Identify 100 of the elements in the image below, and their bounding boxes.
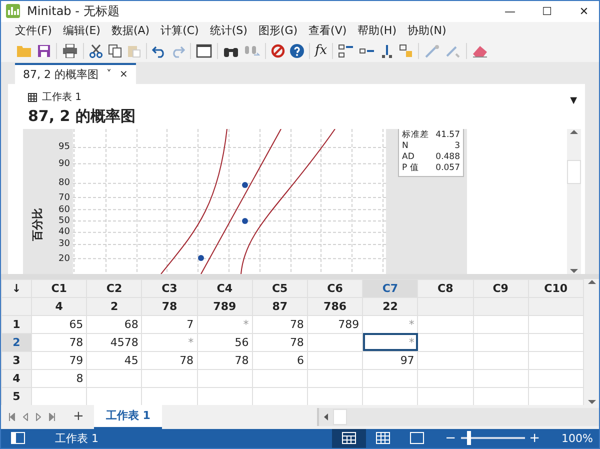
table-cell[interactable]: 97 bbox=[362, 351, 418, 370]
column-name-cell[interactable]: 87 bbox=[252, 297, 308, 316]
table-cell[interactable] bbox=[142, 369, 198, 388]
formula-button[interactable]: fx bbox=[315, 43, 328, 58]
row-header[interactable]: 4 bbox=[2, 369, 32, 388]
last-sheet-icon[interactable] bbox=[49, 412, 55, 421]
layout-icon[interactable] bbox=[399, 44, 414, 58]
vertical-scrollbar[interactable] bbox=[567, 129, 581, 274]
column-header[interactable]: C2 bbox=[86, 279, 142, 298]
column-name-cell[interactable]: 789 bbox=[197, 297, 252, 316]
column-header[interactable]: C7 bbox=[362, 279, 418, 298]
table-cell[interactable]: 45 bbox=[86, 351, 142, 370]
table-cell[interactable]: 68 bbox=[86, 315, 142, 334]
save-icon[interactable] bbox=[37, 44, 51, 58]
column-name-cell[interactable]: 78 bbox=[142, 297, 198, 316]
table-cell[interactable] bbox=[86, 369, 142, 388]
column-header[interactable]: C9 bbox=[473, 279, 528, 298]
copy-icon[interactable] bbox=[108, 44, 122, 58]
column-header[interactable]: C10 bbox=[528, 279, 584, 298]
tab-close-button[interactable]: × bbox=[120, 69, 128, 80]
menu-item[interactable]: 数据(A) bbox=[111, 22, 150, 40]
column-name-cell[interactable]: 2 bbox=[86, 297, 142, 316]
table-cell[interactable] bbox=[473, 315, 528, 334]
menu-item[interactable]: 帮助(H) bbox=[358, 22, 396, 40]
row-header[interactable]: 2 bbox=[2, 333, 32, 352]
cut-icon[interactable] bbox=[89, 44, 103, 58]
previous-sheet-icon[interactable] bbox=[23, 412, 28, 421]
row-header[interactable]: 5 bbox=[2, 387, 32, 406]
menu-item[interactable]: 计算(C) bbox=[160, 22, 199, 40]
table-cell[interactable]: 65 bbox=[32, 315, 87, 334]
dropdown-button[interactable]: ▼ bbox=[570, 96, 577, 106]
column-header[interactable]: C4 bbox=[197, 279, 252, 298]
layout-icon[interactable] bbox=[338, 44, 354, 58]
table-cell[interactable] bbox=[307, 369, 363, 388]
table-cell[interactable]: 78 bbox=[142, 351, 198, 370]
table-cell[interactable]: 78 bbox=[252, 315, 308, 334]
vertical-scrollbar[interactable] bbox=[584, 278, 599, 405]
table-cell[interactable] bbox=[197, 369, 252, 388]
panel-toggle-icon[interactable] bbox=[11, 432, 25, 444]
table-cell[interactable] bbox=[362, 369, 418, 388]
menu-item[interactable]: 文件(F) bbox=[15, 22, 52, 40]
zoom-out-button[interactable]: − bbox=[444, 430, 458, 446]
menu-item[interactable]: 编辑(E) bbox=[62, 22, 100, 40]
table-cell[interactable]: 8 bbox=[32, 369, 87, 388]
tab-menu-button[interactable]: ˅ bbox=[106, 69, 112, 80]
table-cell[interactable]: 78 bbox=[252, 333, 308, 352]
corner-cell[interactable]: ↓ bbox=[2, 279, 32, 298]
table-cell[interactable] bbox=[307, 333, 363, 352]
help-icon[interactable] bbox=[290, 44, 304, 58]
menu-item[interactable]: 图形(G) bbox=[258, 22, 298, 40]
slider-thumb[interactable] bbox=[466, 431, 471, 446]
column-header[interactable]: C6 bbox=[307, 279, 363, 298]
scroll-thumb[interactable] bbox=[333, 408, 347, 425]
table-cell[interactable]: 78 bbox=[197, 351, 252, 370]
column-name-cell[interactable]: 786 bbox=[307, 297, 363, 316]
table-cell[interactable] bbox=[418, 369, 473, 388]
window-icon[interactable] bbox=[196, 44, 212, 58]
print-icon[interactable] bbox=[62, 44, 78, 58]
table-cell[interactable]: 7 bbox=[142, 315, 198, 334]
table-cell[interactable] bbox=[418, 333, 473, 352]
view-button[interactable] bbox=[332, 428, 366, 448]
table-cell[interactable] bbox=[418, 315, 473, 334]
table-cell[interactable]: 4578 bbox=[86, 333, 142, 352]
eraser-icon[interactable] bbox=[472, 44, 488, 58]
column-name-cell[interactable]: 4 bbox=[32, 297, 87, 316]
sheet-tab[interactable]: 工作表 1 bbox=[94, 404, 162, 429]
table-cell[interactable]: 79 bbox=[32, 351, 87, 370]
maximize-button[interactable]: ☐ bbox=[532, 4, 562, 18]
menu-item[interactable]: 查看(V) bbox=[308, 22, 347, 40]
close-button[interactable]: ✕ bbox=[569, 4, 599, 18]
horizontal-scrollbar[interactable] bbox=[317, 408, 599, 426]
table-cell[interactable]: 789 bbox=[307, 315, 363, 334]
zoom-in-button[interactable]: + bbox=[528, 430, 542, 446]
column-header[interactable]: C1 bbox=[32, 279, 87, 298]
row-header[interactable]: 1 bbox=[2, 315, 32, 334]
table-cell[interactable]: 56 bbox=[197, 333, 252, 352]
folder-icon[interactable] bbox=[16, 44, 32, 58]
layout-icon[interactable] bbox=[380, 44, 394, 58]
menu-item[interactable]: 协助(N) bbox=[408, 22, 446, 40]
column-header[interactable]: C3 bbox=[142, 279, 198, 298]
minimize-button[interactable]: — bbox=[495, 4, 525, 18]
table-cell[interactable] bbox=[473, 351, 528, 370]
next-sheet-icon[interactable] bbox=[36, 412, 41, 421]
table-cell[interactable] bbox=[418, 351, 473, 370]
stop-icon[interactable] bbox=[271, 44, 285, 58]
table-cell[interactable]: 78 bbox=[32, 333, 87, 352]
row-header[interactable]: 3 bbox=[2, 351, 32, 370]
table-cell[interactable]: 6 bbox=[252, 351, 308, 370]
document-tab[interactable]: 87, 2 的概率图 ˅ × bbox=[15, 63, 136, 84]
table-cell[interactable] bbox=[252, 369, 308, 388]
column-header[interactable]: C5 bbox=[252, 279, 308, 298]
column-name-cell[interactable]: 22 bbox=[362, 297, 418, 316]
table-cell[interactable] bbox=[307, 351, 363, 370]
table-cell[interactable] bbox=[473, 369, 528, 388]
first-sheet-icon[interactable] bbox=[9, 412, 15, 421]
undo-icon[interactable] bbox=[152, 44, 166, 58]
scroll-thumb[interactable] bbox=[567, 160, 581, 184]
add-sheet-button[interactable]: + bbox=[63, 409, 94, 424]
table-cell[interactable] bbox=[473, 333, 528, 352]
menu-item[interactable]: 统计(S) bbox=[210, 22, 248, 40]
